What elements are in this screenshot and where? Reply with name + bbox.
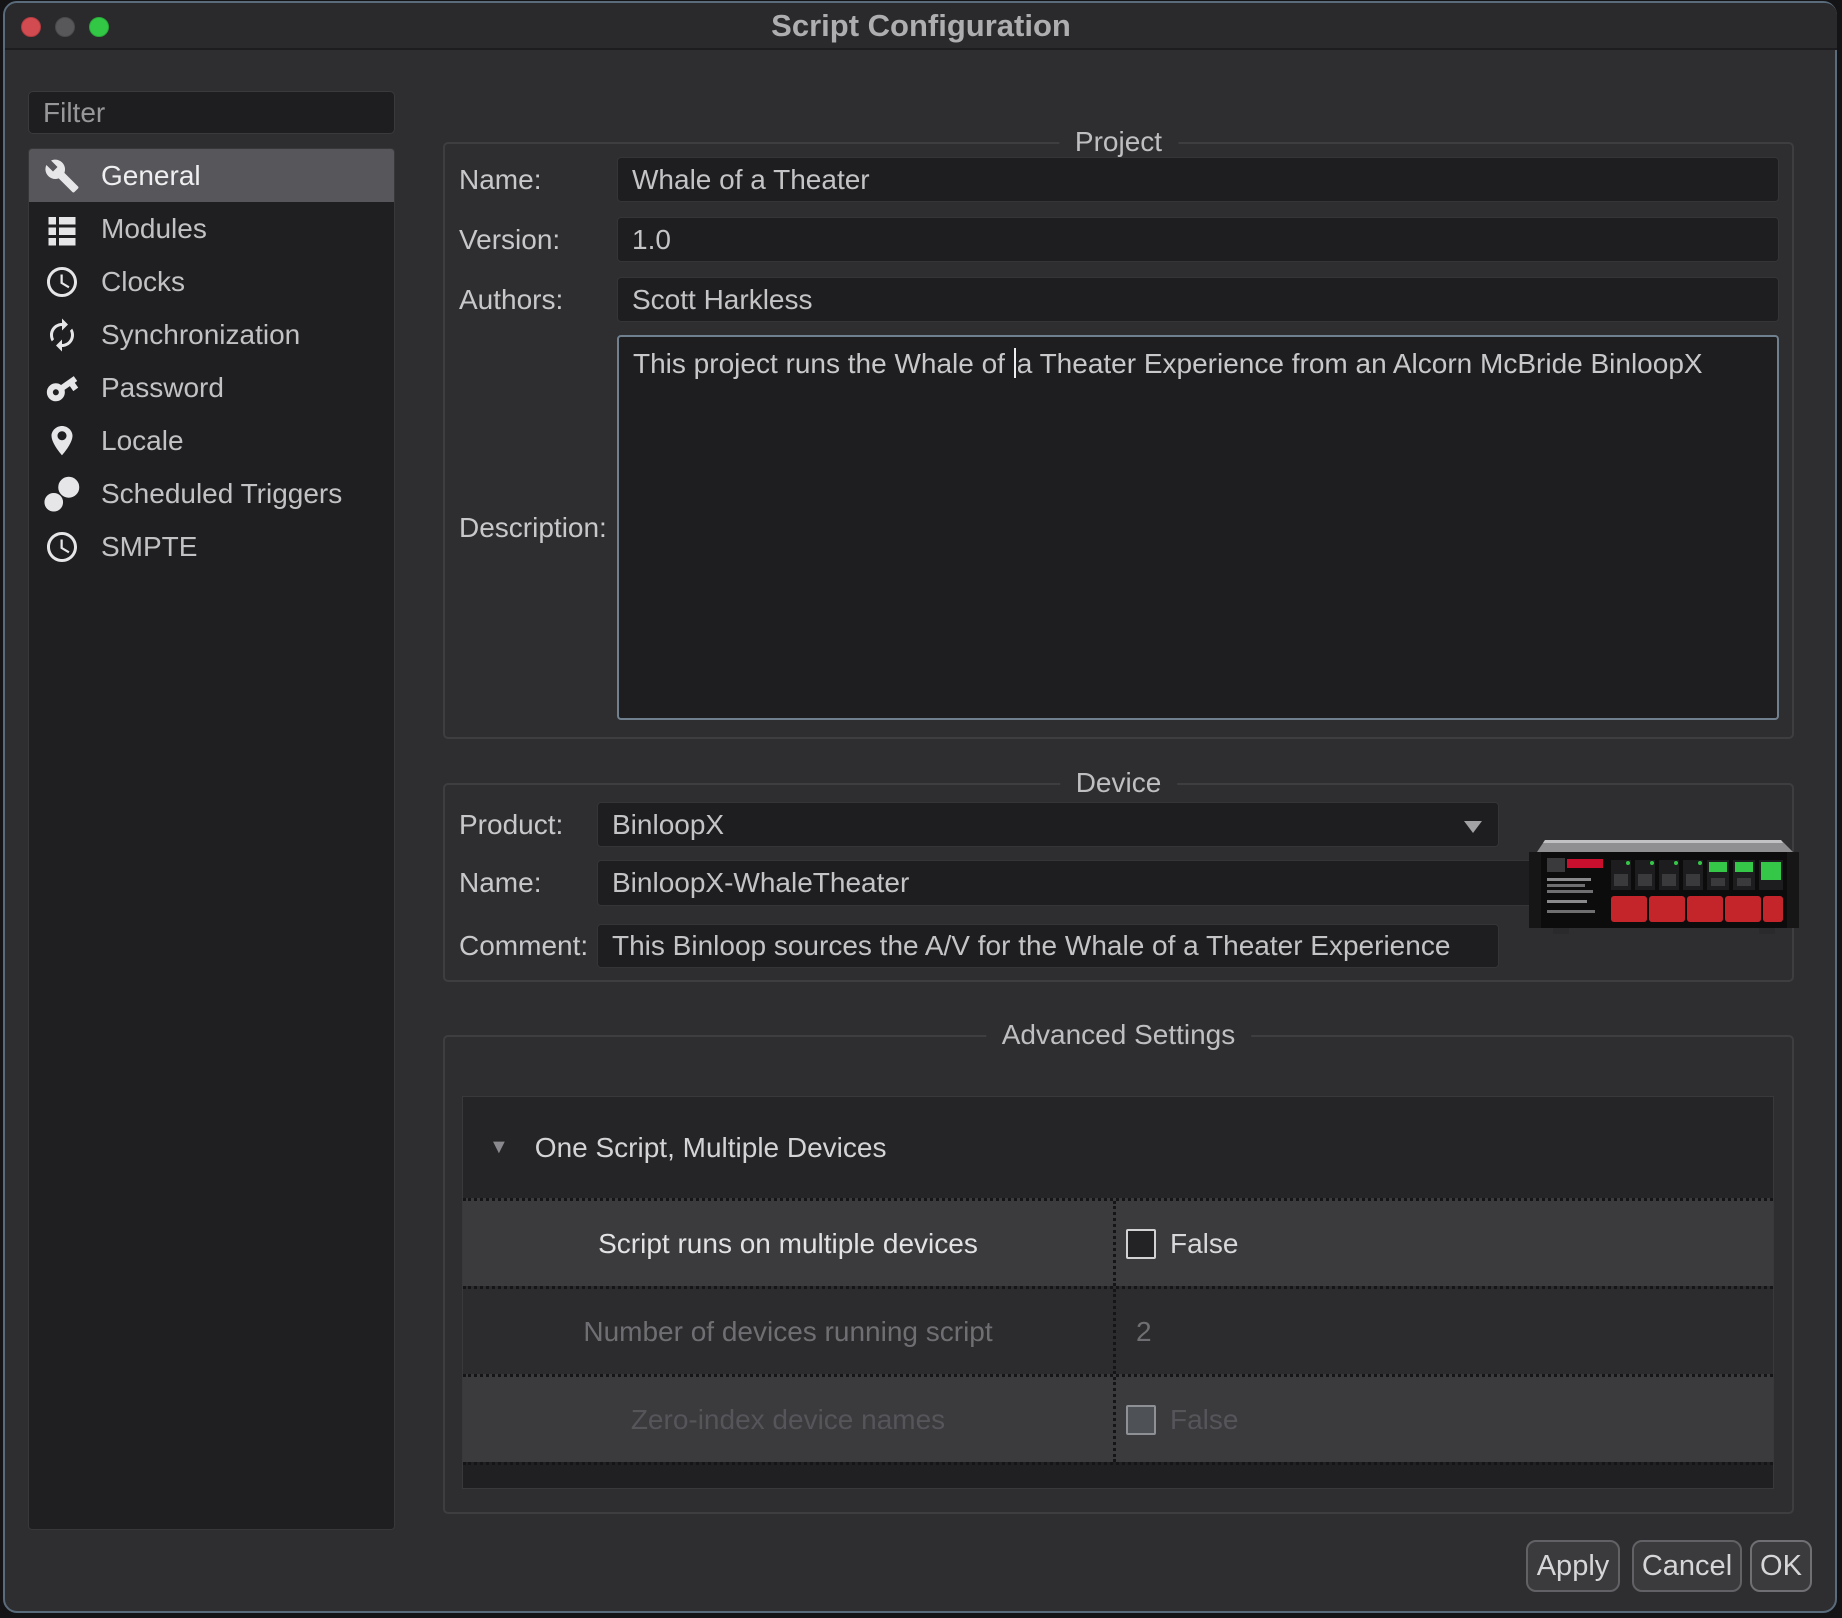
window-title: Script Configuration	[5, 3, 1837, 48]
project-description-label: Description:	[459, 335, 607, 720]
project-version-input[interactable]	[617, 217, 1779, 262]
table-row: Script runs on multiple devices False	[463, 1198, 1773, 1286]
text-caret	[1014, 348, 1016, 378]
project-group: Project Name: Version: Authors: Descript…	[443, 142, 1794, 739]
zoom-button[interactable]	[89, 17, 109, 37]
sidebar-item-label: Modules	[101, 213, 207, 245]
close-button[interactable]	[21, 17, 41, 37]
device-image	[1523, 834, 1805, 938]
clock-icon	[43, 528, 81, 566]
clock-icon	[43, 263, 81, 301]
sidebar-item-label: SMPTE	[101, 531, 197, 563]
multiple-devices-checkbox[interactable]	[1126, 1229, 1156, 1259]
setting-label: Zero-index device names	[463, 1377, 1113, 1462]
advanced-settings-legend: Advanced Settings	[986, 1019, 1252, 1051]
device-product-label: Product:	[459, 802, 563, 847]
sidebar-item-label: Synchronization	[101, 319, 300, 351]
apply-button[interactable]: Apply	[1526, 1540, 1620, 1592]
project-name-input[interactable]	[617, 157, 1779, 202]
sidebar-item-password[interactable]: Password	[29, 361, 394, 414]
device-product-value: BinloopX	[612, 809, 724, 841]
checkbox-value-label: False	[1170, 1404, 1238, 1436]
sidebar-category-list: General Modules Clocks Synchronization P	[28, 148, 395, 1530]
list-icon	[43, 210, 81, 248]
minimize-button[interactable]	[55, 17, 75, 37]
table-row: Zero-index device names False	[463, 1374, 1773, 1462]
sidebar-item-modules[interactable]: Modules	[29, 202, 394, 255]
sidebar-item-clocks[interactable]: Clocks	[29, 255, 394, 308]
zero-index-checkbox	[1126, 1405, 1156, 1435]
description-text: This project runs the Whale of	[633, 348, 1013, 379]
dual-clock-icon	[43, 475, 81, 513]
filter-input[interactable]	[28, 91, 395, 134]
device-comment-label: Comment:	[459, 924, 588, 968]
sidebar-item-label: Locale	[101, 425, 184, 457]
sidebar-item-smpte[interactable]: SMPTE	[29, 520, 394, 573]
device-product-select[interactable]: BinloopX	[597, 802, 1499, 847]
description-text: a Theater Experience from an Alcorn McBr…	[1017, 348, 1703, 379]
cancel-button[interactable]: Cancel	[1632, 1540, 1742, 1592]
project-authors-input[interactable]	[617, 277, 1779, 322]
device-comment-input[interactable]	[597, 924, 1499, 968]
title-bar[interactable]: Script Configuration	[5, 3, 1837, 50]
chevron-down-icon	[1464, 821, 1482, 833]
script-configuration-dialog: Script Configuration General Modules Clo…	[0, 0, 1842, 1618]
sidebar-item-locale[interactable]: Locale	[29, 414, 394, 467]
sidebar-item-scheduled-triggers[interactable]: Scheduled Triggers	[29, 467, 394, 520]
sidebar-item-label: Password	[101, 372, 224, 404]
setting-label: Number of devices running script	[463, 1289, 1113, 1374]
table-row: Number of devices running script 2	[463, 1286, 1773, 1374]
sidebar-item-label: General	[101, 160, 201, 192]
key-icon	[43, 369, 81, 407]
map-pin-icon	[43, 422, 81, 460]
ok-button[interactable]: OK	[1750, 1540, 1812, 1592]
sidebar-item-label: Scheduled Triggers	[101, 478, 342, 510]
project-authors-label: Authors:	[459, 277, 563, 322]
project-name-label: Name:	[459, 157, 541, 202]
device-count-value: 2	[1136, 1316, 1152, 1348]
checkbox-value-label: False	[1170, 1228, 1238, 1260]
sidebar-item-synchronization[interactable]: Synchronization	[29, 308, 394, 361]
tree-group-title: One Script, Multiple Devices	[535, 1132, 887, 1164]
project-version-label: Version:	[459, 217, 560, 262]
project-description-textarea[interactable]: This project runs the Whale of a Theater…	[617, 335, 1779, 720]
advanced-settings-table: ▼ One Script, Multiple Devices Script ru…	[462, 1096, 1774, 1489]
table-empty-area	[463, 1462, 1773, 1488]
collapse-arrow-icon[interactable]: ▼	[489, 1136, 509, 1159]
tree-group-header[interactable]: ▼ One Script, Multiple Devices	[463, 1097, 1773, 1198]
device-name-label: Name:	[459, 860, 541, 906]
device-legend: Device	[1060, 767, 1178, 799]
sidebar-item-label: Clocks	[101, 266, 185, 298]
sidebar-item-general[interactable]: General	[29, 149, 394, 202]
setting-label: Script runs on multiple devices	[463, 1201, 1113, 1286]
sync-icon	[43, 316, 81, 354]
advanced-settings-group: Advanced Settings ▼ One Script, Multiple…	[443, 1035, 1794, 1514]
project-legend: Project	[1059, 126, 1178, 158]
wrench-icon	[43, 157, 81, 195]
